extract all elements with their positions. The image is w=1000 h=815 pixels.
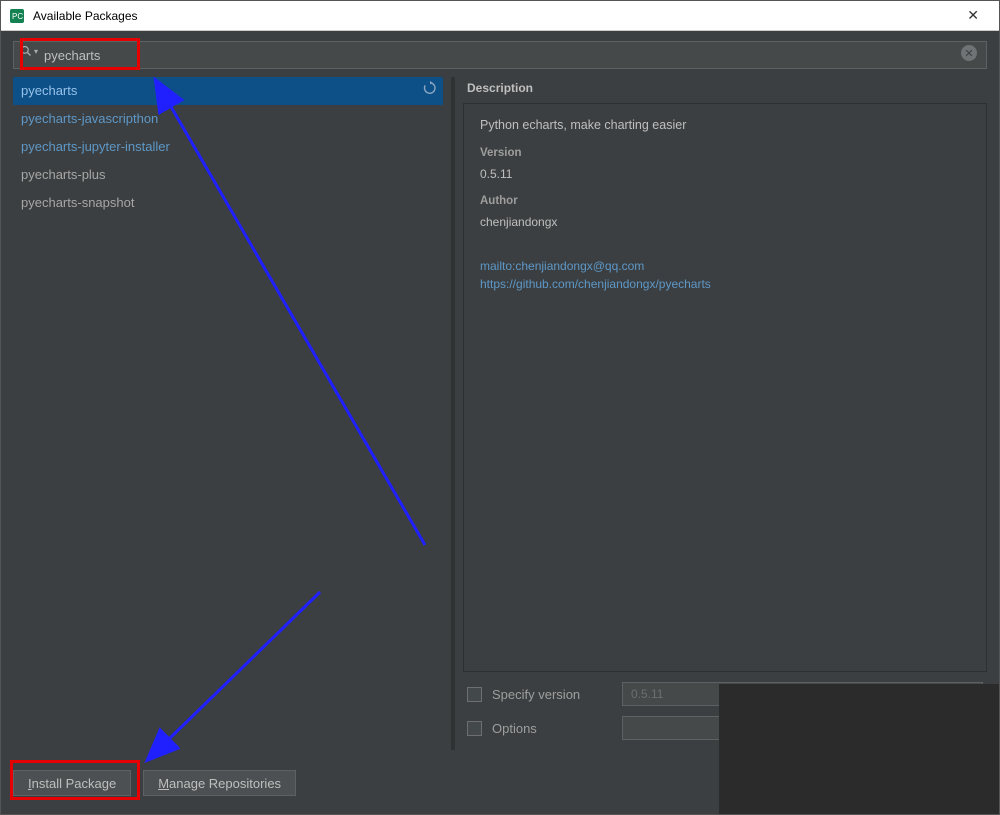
package-item[interactable]: pyecharts-plus [13,161,443,189]
options-label: Options [492,721,612,736]
description-header: Description [463,77,987,103]
package-item[interactable]: pyecharts-jupyter-installer [13,133,443,161]
package-list[interactable]: pyechartspyecharts-javascripthonpyechart… [13,77,443,750]
description-box: Python echarts, make charting easier Ver… [463,103,987,672]
packages-window: PC Available Packages ✕ ▾ ✕ pyechartspye… [0,0,1000,815]
description-panel: Description Python echarts, make chartin… [463,77,987,750]
body-row: pyechartspyecharts-javascripthonpyechart… [1,77,999,758]
options-checkbox[interactable] [467,721,482,736]
package-summary: Python echarts, make charting easier [480,116,970,135]
author-value: chenjiandongx [480,213,970,231]
manage-underline: M [158,776,169,791]
mailto-link[interactable]: mailto:chenjiandongx@qq.com [480,257,970,275]
refresh-icon[interactable] [423,81,437,101]
package-list-panel: pyechartspyecharts-javascripthonpyechart… [13,77,443,750]
search-row: ▾ ✕ [1,31,999,77]
version-value: 0.5.11 [480,165,970,183]
package-item[interactable]: pyecharts-javascripthon [13,105,443,133]
package-item[interactable]: pyecharts-snapshot [13,189,443,217]
install-text: nstall Package [32,776,117,791]
package-item[interactable]: pyecharts [13,77,443,105]
specify-version-checkbox[interactable] [467,687,482,702]
version-label: Version [480,145,970,162]
close-icon[interactable]: ✕ [955,3,991,28]
author-label: Author [480,193,970,210]
window-title: Available Packages [33,9,955,23]
clear-search-icon[interactable]: ✕ [961,45,977,61]
homepage-link[interactable]: https://github.com/chenjiandongx/pyechar… [480,275,970,293]
install-package-button[interactable]: Install Package [13,770,131,796]
manage-text: anage Repositories [169,776,281,791]
overlay-block [719,684,999,814]
app-icon: PC [9,8,25,24]
manage-repositories-button[interactable]: Manage Repositories [143,770,296,796]
specify-version-label: Specify version [492,687,612,702]
titlebar: PC Available Packages ✕ [1,1,999,31]
svg-text:PC: PC [12,12,23,21]
splitter[interactable] [451,77,455,750]
search-input[interactable] [13,41,987,69]
